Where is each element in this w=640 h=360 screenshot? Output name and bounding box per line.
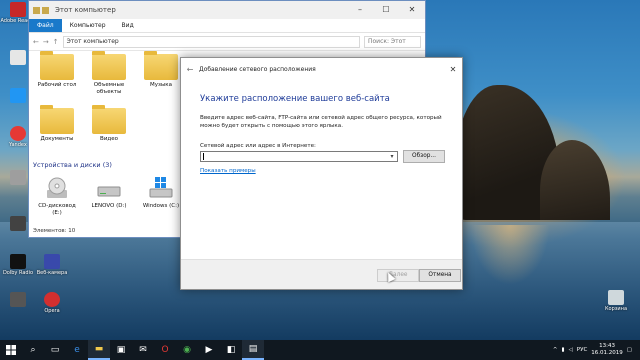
desktop-folder-icon — [40, 51, 74, 80]
app-icon — [10, 88, 26, 103]
wizard-description: Введите адрес веб-сайта, FTP-сайта или с… — [200, 115, 442, 129]
devices-section-header[interactable]: Устройства и диски (3) — [33, 161, 112, 169]
folder-documents[interactable]: Документы — [33, 105, 81, 143]
language-indicator[interactable]: РУС — [577, 347, 588, 353]
task-view-icon[interactable]: ▭ — [44, 340, 66, 360]
documents-folder-icon — [40, 105, 74, 134]
windows-drive-icon — [146, 176, 176, 200]
volume-icon[interactable]: ◁ — [569, 347, 573, 353]
app-icon — [10, 50, 26, 65]
desktop-icon-dolby[interactable]: Dolby Radio — [0, 254, 36, 276]
chevron-up-icon[interactable]: ^ — [553, 347, 558, 353]
desktop-icon-opera[interactable]: Opera — [34, 292, 70, 314]
address-field-label: Сетевой адрес или адрес в Интернете: — [200, 143, 316, 149]
tab-view[interactable]: Вид — [114, 19, 142, 32]
app-icon — [10, 170, 26, 185]
start-button[interactable] — [0, 340, 22, 360]
cancel-button[interactable]: Отмена — [419, 269, 461, 282]
explorer-title: Этот компьютер — [55, 6, 116, 14]
folder-desktop[interactable]: Рабочий стол — [33, 51, 81, 89]
folder-music[interactable]: Музыка — [137, 51, 185, 89]
wizard-header: ← Добавление сетевого расположения ✕ — [181, 58, 462, 80]
hard-drive-icon — [94, 176, 124, 200]
drive-c[interactable]: Windows (C:) — [137, 176, 185, 210]
back-arrow-icon[interactable]: ← — [33, 38, 39, 46]
clock-time: 13:43 — [599, 343, 615, 349]
properties-icon — [42, 6, 49, 14]
explorer-titlebar[interactable]: Этот компьютер – ☐ ✕ — [29, 1, 425, 19]
network-address-input[interactable]: ▾ — [200, 151, 398, 162]
app-icon[interactable]: ◧ — [220, 340, 242, 360]
address-bar[interactable]: Этот компьютер — [62, 35, 360, 48]
folder-video[interactable]: Видео — [85, 105, 133, 143]
drive-d[interactable]: LENOVO (D:) — [85, 176, 133, 210]
ribbon-tabs: Файл Компьютер Вид — [29, 19, 425, 33]
opera-icon — [44, 292, 60, 307]
up-arrow-icon[interactable]: ↑ — [53, 38, 59, 46]
app-icon — [10, 216, 26, 231]
tab-computer[interactable]: Компьютер — [62, 19, 114, 32]
windows-logo-icon — [6, 345, 16, 355]
desktop-icon-9[interactable] — [0, 292, 36, 308]
taskbar: ⌕ ▭ e ▬ ▣ ✉ O ◉ ▶ ◧ ▤ ^ ▮ ◁ РУС 13:43 16… — [0, 340, 640, 360]
opera-icon[interactable]: O — [154, 340, 176, 360]
folder-icon — [33, 6, 40, 14]
music-folder-icon — [144, 51, 178, 80]
wizard-heading: Укажите расположение вашего веб-сайта — [200, 94, 390, 104]
close-icon[interactable]: ✕ — [444, 65, 462, 74]
back-arrow-icon[interactable]: ← — [181, 65, 199, 74]
adobe-reader-icon — [10, 2, 26, 17]
clock-date: 16.01.2019 — [591, 350, 623, 356]
quick-access-toolbar[interactable] — [29, 6, 49, 14]
browser-icon[interactable]: ◉ — [176, 340, 198, 360]
clock[interactable]: 13:43 16.01.2019 — [591, 343, 623, 357]
search-icon[interactable]: ⌕ — [22, 340, 44, 360]
add-network-location-wizard[interactable]: ← Добавление сетевого расположения ✕ Ука… — [180, 57, 463, 290]
browse-button[interactable]: Обзор... — [403, 150, 445, 163]
wizard-task-icon[interactable]: ▤ — [242, 340, 264, 360]
edge-icon[interactable]: e — [66, 340, 88, 360]
minimize-button[interactable]: – — [347, 1, 373, 19]
media-icon[interactable]: ▶ — [198, 340, 220, 360]
forward-arrow-icon[interactable]: → — [43, 38, 49, 46]
show-examples-link[interactable]: Показать примеры — [200, 168, 256, 174]
wizard-title: Добавление сетевого расположения — [199, 65, 316, 73]
text-caret — [203, 153, 204, 160]
address-bar-row: ← → ↑ Этот компьютер Поиск: Этот — [29, 33, 425, 51]
next-button[interactable]: Далее — [377, 269, 419, 282]
folder-3d-objects[interactable]: Объемные объекты — [85, 51, 133, 96]
store-icon[interactable]: ▣ — [110, 340, 132, 360]
recycle-bin-icon — [608, 290, 624, 305]
close-button[interactable]: ✕ — [399, 1, 425, 19]
dolby-icon — [10, 254, 26, 269]
wizard-footer: Далее Отмена — [181, 259, 462, 289]
chevron-down-icon[interactable]: ▾ — [388, 152, 396, 161]
maximize-button[interactable]: ☐ — [373, 1, 399, 19]
yandex-icon — [10, 126, 26, 141]
notifications-icon[interactable]: ▢ — [627, 347, 632, 353]
drive-cd[interactable]: CD-дисковод (E:) — [33, 176, 81, 217]
system-tray: ^ ▮ ◁ РУС 13:43 16.01.2019 ▢ — [553, 343, 640, 357]
file-explorer-icon[interactable]: ▬ — [88, 340, 110, 360]
wallpaper-sun-reflection — [470, 225, 550, 285]
desktop-icon-webcam[interactable]: Веб-камера — [34, 254, 70, 276]
cd-drive-icon — [42, 176, 72, 200]
video-folder-icon — [92, 105, 126, 134]
webcam-icon — [44, 254, 60, 269]
mail-icon[interactable]: ✉ — [132, 340, 154, 360]
app-icon — [10, 292, 26, 307]
search-input[interactable]: Поиск: Этот — [364, 35, 421, 48]
3d-objects-folder-icon — [92, 51, 126, 80]
wallpaper-rock — [540, 140, 610, 220]
tab-file[interactable]: Файл — [29, 19, 62, 32]
network-icon[interactable]: ▮ — [562, 347, 565, 353]
desktop-icon-recycle-bin[interactable]: Корзина — [598, 290, 634, 312]
